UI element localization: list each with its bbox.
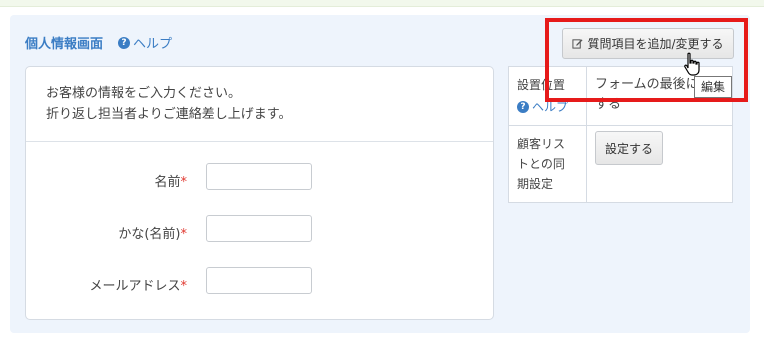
required-mark: * bbox=[180, 279, 188, 294]
kana-label-text: かな(名前) bbox=[118, 227, 181, 242]
placement-help-link[interactable]: ? ヘルプ bbox=[517, 97, 568, 117]
help-link-label: ヘルプ bbox=[133, 37, 173, 52]
placement-value-line-2: する bbox=[595, 97, 622, 112]
sync-label-cell: 顧客リス トとの同 期設定 bbox=[508, 125, 587, 203]
name-label-text: 名前 bbox=[154, 175, 181, 190]
top-strip bbox=[0, 0, 764, 7]
email-input[interactable] bbox=[206, 267, 312, 294]
hand-pointer-icon bbox=[684, 52, 700, 76]
add-question-button[interactable]: 質問項目を追加/変更する bbox=[562, 28, 734, 59]
required-mark: * bbox=[180, 175, 188, 190]
placement-label-cell: 設置位置 ? ヘルプ bbox=[508, 66, 587, 126]
required-mark: * bbox=[180, 227, 188, 242]
edit-icon bbox=[572, 39, 584, 49]
question-circle-icon: ? bbox=[118, 36, 130, 49]
edit-tooltip: 編集 bbox=[694, 76, 733, 98]
email-label-text: メールアドレス bbox=[89, 279, 181, 294]
email-label: メールアドレス* bbox=[89, 275, 187, 294]
name-input[interactable] bbox=[206, 163, 312, 190]
intro-line-2: 折り返し担当者よりご連絡差し上げます。 bbox=[46, 107, 292, 122]
sync-label-line-1: 顧客リス bbox=[517, 137, 566, 151]
help-link[interactable]: ? ヘルプ bbox=[118, 33, 172, 52]
sync-label-line-3: 期設定 bbox=[517, 177, 554, 191]
intro-line-1: お客様の情報をご入力ください。 bbox=[46, 86, 242, 101]
name-label: 名前* bbox=[154, 171, 187, 190]
sync-settings-button[interactable]: 設定する bbox=[595, 131, 663, 165]
placement-help-label: ヘルプ bbox=[532, 100, 569, 114]
add-question-label: 質問項目を追加/変更する bbox=[587, 37, 724, 51]
kana-label: かな(名前)* bbox=[118, 223, 187, 242]
placement-label: 設置位置 bbox=[517, 78, 566, 92]
page-title: 個人情報画面 bbox=[25, 37, 104, 52]
form-preview-card: お客様の情報をご入力ください。 折り返し担当者よりご連絡差し上げます。 名前* … bbox=[25, 66, 494, 320]
divider bbox=[26, 141, 493, 142]
sync-label-line-2: トとの同 bbox=[517, 157, 565, 171]
question-circle-icon: ? bbox=[517, 101, 529, 113]
form-intro: お客様の情報をご入力ください。 折り返し担当者よりご連絡差し上げます。 bbox=[46, 83, 291, 125]
kana-input[interactable] bbox=[206, 215, 312, 242]
